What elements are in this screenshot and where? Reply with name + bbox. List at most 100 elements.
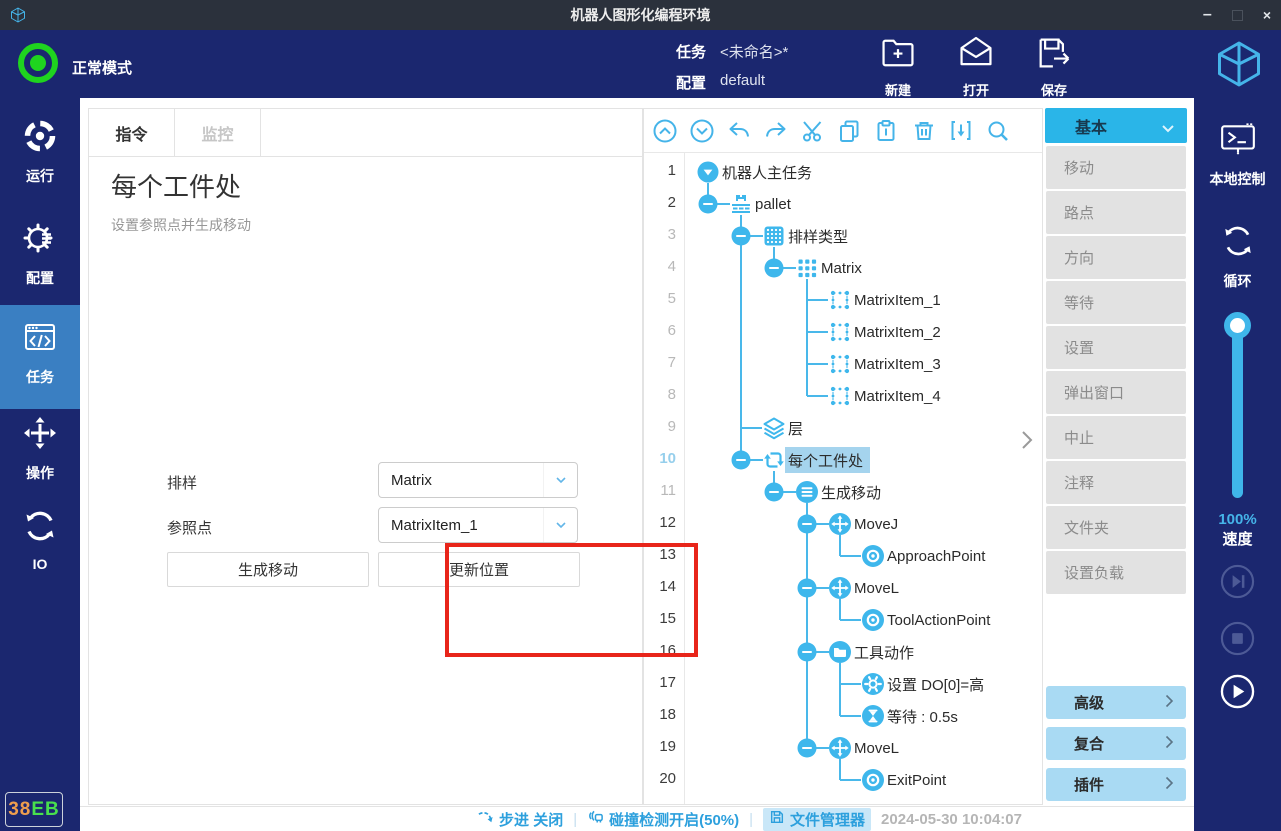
palette-item-7[interactable]: 中止 <box>1046 416 1186 459</box>
palette-item-3[interactable]: 方向 <box>1046 236 1186 279</box>
sidebar-item-run[interactable]: 运行 <box>0 118 80 186</box>
speed-slider-track[interactable] <box>1232 326 1243 498</box>
tree-node-13[interactable]: ApproachPoint <box>887 543 985 569</box>
tree-node-8[interactable]: MatrixItem_4 <box>854 383 941 409</box>
chevron-right-icon <box>1165 776 1174 794</box>
palette-item-5[interactable]: 设置 <box>1046 326 1186 369</box>
status-separator: | <box>749 811 753 828</box>
new-button[interactable]: 新建 <box>878 33 918 99</box>
collapse-node-icon[interactable] <box>764 482 784 507</box>
tree-node-10[interactable]: 每个工件处 <box>785 447 870 473</box>
config-label: 配置 <box>676 72 706 93</box>
line-number: 17 <box>644 674 676 691</box>
palette-item-9[interactable]: 文件夹 <box>1046 506 1186 549</box>
tree-node-11[interactable]: 生成移动 <box>821 479 881 505</box>
palette-group-label: 复合 <box>1074 733 1104 754</box>
palette-group-1[interactable]: 高级 <box>1046 686 1186 719</box>
reference-select[interactable]: MatrixItem_1 <box>378 507 578 543</box>
chevron-down-icon <box>543 463 577 497</box>
sidebar-item-io[interactable]: IO <box>0 508 80 572</box>
tree-node-18[interactable]: 等待 : 0.5s <box>887 703 958 729</box>
tree-node-16[interactable]: 工具动作 <box>854 639 914 665</box>
tree-connector <box>840 619 861 621</box>
collapse-panel-chevron-icon[interactable] <box>1020 429 1034 456</box>
tree-node-7[interactable]: MatrixItem_3 <box>854 351 941 377</box>
tree-node-19[interactable]: MoveL <box>854 735 899 761</box>
palette-item-10[interactable]: 设置负载 <box>1046 551 1186 594</box>
update-position-button[interactable]: 更新位置 <box>378 552 580 587</box>
palette-item-8[interactable]: 注释 <box>1046 461 1186 504</box>
tree-node-2[interactable]: pallet <box>755 191 791 217</box>
step-next-button[interactable] <box>1220 564 1255 599</box>
collapse-node-icon[interactable] <box>797 578 817 603</box>
maximize-icon[interactable] <box>1232 10 1243 21</box>
collapse-node-icon[interactable] <box>764 258 784 283</box>
tree-node-15[interactable]: ToolActionPoint <box>887 607 990 633</box>
waypoint-icon <box>861 608 885 637</box>
status-bar: 步进 关闭 | 碰撞检测开启(50%) | 文件管理器 2024-05-30 1… <box>80 806 1194 831</box>
minimize-icon[interactable]: – <box>1203 10 1212 20</box>
expand-node-icon[interactable] <box>697 161 719 188</box>
sidebar-item-operate[interactable]: 操作 <box>0 415 80 483</box>
palette-group-2[interactable]: 复合 <box>1046 727 1186 760</box>
tree-node-17[interactable]: 设置 DO[0]=高 <box>887 671 984 697</box>
program-tree-panel: 1机器人主任务2pallet3排样类型4Matrix5MatrixItem_16… <box>643 108 1043 805</box>
palette-item-1[interactable]: 移动 <box>1046 146 1186 189</box>
palette-item-4[interactable]: 等待 <box>1046 281 1186 324</box>
clock: 2024-05-30 10:04:07 <box>881 811 1022 828</box>
tree-node-9[interactable]: 层 <box>788 415 803 441</box>
collapse-node-icon[interactable] <box>731 226 751 251</box>
reference-select-value: MatrixItem_1 <box>379 517 543 534</box>
collision-status[interactable]: 碰撞检测开启(50%) <box>587 809 739 830</box>
waypoint-icon <box>861 544 885 573</box>
collapse-node-icon[interactable] <box>797 642 817 667</box>
step-mode-status[interactable]: 步进 关闭 <box>477 809 563 830</box>
speed-label: 速度 <box>1194 530 1281 550</box>
line-number: 1 <box>644 162 676 179</box>
line-number: 10 <box>644 450 676 467</box>
stop-button[interactable] <box>1220 621 1255 656</box>
io-icon <box>22 508 58 549</box>
generate-move-button[interactable]: 生成移动 <box>167 552 369 587</box>
tree-node-1[interactable]: 机器人主任务 <box>722 159 812 185</box>
rightbar-item-label: 本地控制 <box>1210 169 1266 189</box>
play-button[interactable] <box>1220 674 1255 709</box>
tab-instruction[interactable]: 指令 <box>89 109 175 156</box>
chevron-down-icon <box>543 508 577 542</box>
matrix-item-icon <box>828 320 852 349</box>
instruction-palette: 基本 移动路点方向等待设置弹出窗口中止注释文件夹设置负载高级复合插件 <box>1045 108 1187 805</box>
tab-monitor[interactable]: 监控 <box>175 109 261 156</box>
tree-node-20[interactable]: ExitPoint <box>887 767 946 793</box>
speed-slider-knob[interactable] <box>1224 312 1251 339</box>
save-button[interactable]: 保存 <box>1034 33 1074 99</box>
file-manager-button[interactable]: 文件管理器 <box>763 808 871 831</box>
tree-node-14[interactable]: MoveL <box>854 575 899 601</box>
step-mode-label: 步进 关闭 <box>499 809 563 830</box>
chevron-right-icon <box>1165 735 1174 753</box>
palette-group-label: 插件 <box>1074 774 1104 795</box>
sidebar-item-config[interactable]: 配置 <box>0 220 80 288</box>
palette-item-6[interactable]: 弹出窗口 <box>1046 371 1186 414</box>
collapse-node-icon[interactable] <box>731 450 751 475</box>
pattern-select[interactable]: Matrix <box>378 462 578 498</box>
sidebar-item-task[interactable]: 任务 <box>0 305 80 409</box>
pallet-icon <box>729 192 753 221</box>
line-number: 6 <box>644 322 676 339</box>
palette-group-3[interactable]: 插件 <box>1046 768 1186 801</box>
tree-node-4[interactable]: Matrix <box>821 255 862 281</box>
collapse-node-icon[interactable] <box>797 514 817 539</box>
tree-node-5[interactable]: MatrixItem_1 <box>854 287 941 313</box>
tree-node-6[interactable]: MatrixItem_2 <box>854 319 941 345</box>
collapse-node-icon[interactable] <box>797 738 817 763</box>
close-icon[interactable]: × <box>1263 7 1271 23</box>
tree-node-12[interactable]: MoveJ <box>854 511 898 537</box>
matrix-item-icon <box>828 288 852 317</box>
palette-item-2[interactable]: 路点 <box>1046 191 1186 234</box>
open-button[interactable]: 打开 <box>956 33 996 99</box>
palette-header-basic[interactable]: 基本 <box>1045 108 1187 143</box>
tree-connector <box>807 395 828 397</box>
tree-node-3[interactable]: 排样类型 <box>788 223 848 249</box>
collapse-node-icon[interactable] <box>698 194 718 219</box>
rightbar-item-local-control[interactable]: 本地控制 <box>1194 120 1281 189</box>
rightbar-item-cycle[interactable]: 循环 <box>1194 222 1281 291</box>
